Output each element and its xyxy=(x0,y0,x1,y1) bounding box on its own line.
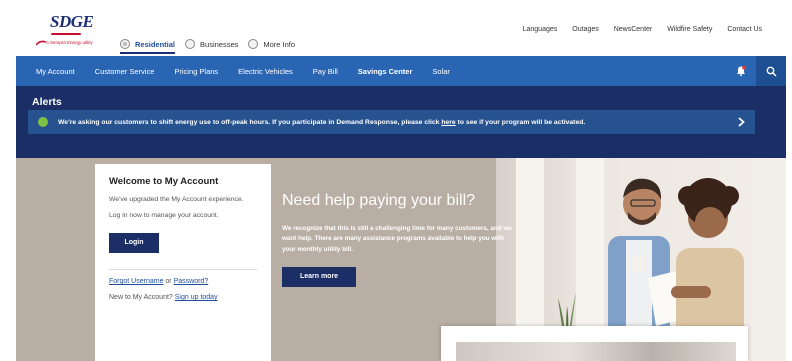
or-text: or xyxy=(163,278,174,286)
my-account-card: Welcome to My Account We've upgraded the… xyxy=(95,164,271,361)
popup-image xyxy=(456,342,736,361)
link-contact-us[interactable]: Contact Us xyxy=(727,26,762,33)
notifications-button[interactable] xyxy=(726,56,756,86)
login-button[interactable]: Login xyxy=(109,233,159,254)
search-button[interactable] xyxy=(756,56,786,86)
link-outages[interactable]: Outages xyxy=(572,26,598,33)
signup-row: New to My Account? Sign up today xyxy=(109,294,257,301)
segment-residential[interactable]: Residential xyxy=(120,39,176,54)
search-icon xyxy=(766,66,777,77)
segment-label: Residential xyxy=(135,39,176,49)
nav-my-account[interactable]: My Account xyxy=(36,67,75,76)
nav-electric-vehicles[interactable]: Electric Vehicles xyxy=(238,67,293,76)
sdge-logo[interactable]: SDGE A Sempra Energy utility xyxy=(34,12,96,50)
sempra-swoosh-icon xyxy=(36,40,46,46)
forgot-username-link[interactable]: Forgot Username xyxy=(109,278,163,285)
logo-underline xyxy=(51,33,81,35)
logo-tagline: A Sempra Energy utility xyxy=(46,40,93,45)
forgot-password-link[interactable]: Password? xyxy=(174,278,209,285)
bill-help-promo: Need help paying your bill? We recognize… xyxy=(282,192,512,288)
nav-solar[interactable]: Solar xyxy=(432,67,450,76)
logo-wordmark: SDGE xyxy=(50,12,94,31)
alerts-title: Alerts xyxy=(32,96,62,108)
link-languages[interactable]: Languages xyxy=(523,26,558,33)
segment-more-info[interactable]: More Info xyxy=(248,37,295,51)
link-wildfire-safety[interactable]: Wildfire Safety xyxy=(667,26,712,33)
sign-up-link[interactable]: Sign up today xyxy=(175,294,218,301)
nav-pricing-plans[interactable]: Pricing Plans xyxy=(174,67,218,76)
alert-status-dot-icon xyxy=(38,117,48,127)
nav-customer-service[interactable]: Customer Service xyxy=(95,67,155,76)
alert-message: We're asking our customers to shift ener… xyxy=(58,119,585,126)
chevron-right-icon[interactable] xyxy=(735,116,747,128)
utility-links: Languages Outages NewsCenter Wildfire Sa… xyxy=(523,26,762,33)
popup-card-partial xyxy=(441,326,748,361)
main-nav: My Account Customer Service Pricing Plan… xyxy=(16,56,786,86)
segment-label: More Info xyxy=(263,39,296,49)
promo-text: We recognize that this is still a challe… xyxy=(282,225,512,253)
upgraded-text: We've upgraded the My Account experience… xyxy=(109,196,244,203)
segment-businesses[interactable]: Businesses xyxy=(185,37,238,51)
nav-pay-bill[interactable]: Pay Bill xyxy=(313,67,338,76)
segment-label: Businesses xyxy=(200,39,239,49)
radio-circle-icon xyxy=(185,39,196,49)
nav-savings-center[interactable]: Savings Center xyxy=(358,67,413,76)
card-divider xyxy=(109,269,257,271)
login-prompt: Log in now to manage your account. xyxy=(109,212,219,220)
radio-circle-icon xyxy=(248,39,259,49)
alert-message-part: to see if your program will be activated… xyxy=(455,118,586,126)
radio-circle-icon xyxy=(120,39,130,49)
segment-selector: Residential Businesses More Info xyxy=(120,34,295,54)
alert-message-part: We're asking our customers to shift ener… xyxy=(58,118,442,126)
card-title: Welcome to My Account xyxy=(109,176,219,187)
new-to-account-text: New to My Account? xyxy=(109,294,175,302)
forgot-links: Forgot Username or Password? xyxy=(109,278,257,285)
alert-banner[interactable]: We're asking our customers to shift ener… xyxy=(28,110,755,134)
bell-alert-icon xyxy=(737,65,747,76)
learn-more-button[interactable]: Learn more xyxy=(282,267,356,288)
link-newscenter[interactable]: NewsCenter xyxy=(614,26,653,33)
alerts-section: Alerts We're asking our customers to shi… xyxy=(16,86,786,158)
alert-here-link[interactable]: here xyxy=(441,119,455,126)
promo-title: Need help paying your bill? xyxy=(282,192,476,209)
top-header: SDGE A Sempra Energy utility Residential… xyxy=(16,4,786,56)
